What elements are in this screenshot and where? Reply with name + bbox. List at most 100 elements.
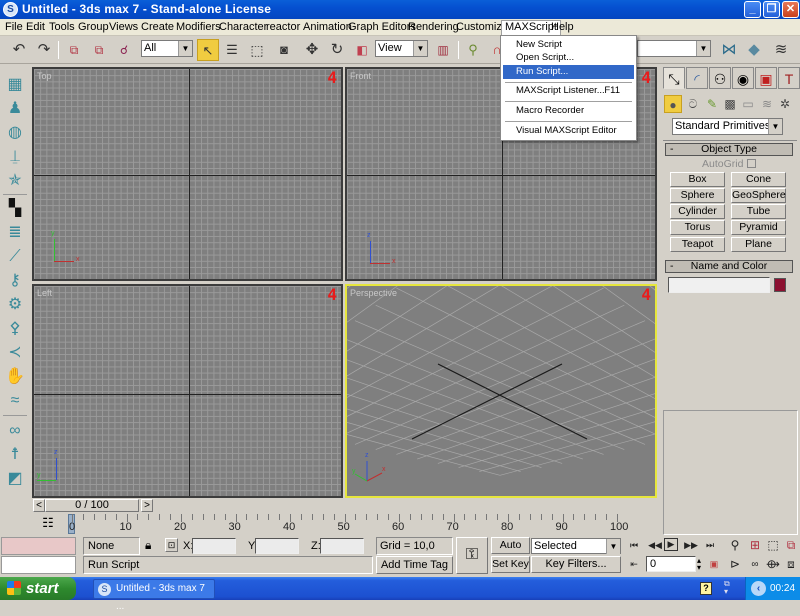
network-tray-icon[interactable]: ⧉ ▾ (724, 580, 730, 596)
tube-button[interactable]: Tube (731, 204, 786, 219)
gear-icon[interactable]: ⚙ (5, 295, 25, 315)
key-mode-dropdown[interactable]: Selected ▼ (531, 538, 621, 554)
track-bar[interactable]: 10 20 30 40 50 60 70 80 90 100 0 (69, 513, 628, 535)
sphere-button[interactable]: Sphere (670, 188, 725, 203)
modify-tab-icon[interactable]: ◜ (686, 67, 708, 89)
bucket-icon[interactable]: ◩ (5, 469, 25, 489)
unlink-icon[interactable]: ⧉ (88, 39, 110, 61)
menu-item-maxscript-listener[interactable]: MAXScript Listener... F11 (503, 84, 634, 98)
manipulate-icon[interactable]: ⚲ (462, 39, 484, 61)
help-tray-icon[interactable]: ? (700, 582, 712, 595)
play-icon[interactable]: ▶ (664, 538, 678, 551)
biped-icon[interactable]: ☨ (5, 445, 25, 465)
menu-edit[interactable]: Edit (23, 21, 48, 33)
app-icon[interactable]: S (3, 2, 18, 17)
z-coordinate-input[interactable] (320, 538, 364, 554)
named-selection-dropdown[interactable]: ▼ (637, 40, 711, 57)
display-tab-icon[interactable]: ▣ (755, 67, 777, 89)
object-name-input[interactable] (668, 277, 770, 293)
set-key-big-button[interactable]: ⚿ (456, 537, 488, 574)
menu-tools[interactable]: Tools (46, 21, 78, 33)
go-to-start-icon[interactable]: ⏮ (625, 538, 643, 553)
create-geometry-icon[interactable]: ▦ (5, 75, 25, 95)
space-warps-icon[interactable]: ≋ (758, 95, 776, 113)
menu-item-macro-recorder[interactable]: Macro Recorder (503, 104, 634, 118)
systems-icon[interactable]: ✲ (776, 95, 794, 113)
menu-help[interactable]: Help (548, 21, 577, 33)
wrench-icon[interactable]: ⚷ (5, 271, 25, 291)
align-icon[interactable]: ◆ (743, 39, 765, 61)
selection-filter-dropdown[interactable]: All ▼ (141, 40, 193, 57)
cylinder-button[interactable]: Cylinder (670, 204, 725, 219)
helpers-icon[interactable]: ▭ (739, 95, 757, 113)
move-icon[interactable]: ✥ (301, 39, 323, 61)
figure-icon[interactable]: ✯ (5, 171, 25, 191)
minimize-button[interactable]: _ (744, 1, 761, 18)
plane-button[interactable]: Plane (731, 237, 786, 252)
object-category-dropdown[interactable]: Standard Primitives ▼ (672, 118, 783, 135)
hierarchy-tab-icon[interactable]: ⚇ (709, 67, 731, 89)
time-slider-thumb[interactable]: 0 / 100 (45, 499, 139, 512)
utilities-tab-icon[interactable]: T (778, 67, 800, 89)
menu-item-run-script[interactable]: Run Script... (503, 65, 634, 79)
hand-icon[interactable]: ✋ (5, 367, 25, 387)
menu-item-open-script[interactable]: Open Script... (503, 51, 634, 65)
zoom-extents-all-icon[interactable]: ⧉ (782, 538, 800, 553)
spring-icon[interactable]: ≣ (5, 223, 25, 243)
key-filters-button[interactable]: Key Filters... (531, 556, 621, 573)
maxscript-mini-listener-pink[interactable] (1, 537, 76, 555)
viewport-label[interactable]: Left (37, 288, 52, 298)
time-slider-track[interactable] (155, 499, 660, 512)
object-color-swatch[interactable] (774, 278, 786, 292)
motion-tab-icon[interactable]: ◉ (732, 67, 754, 89)
key-mode-toggle-icon[interactable]: ⇤ (625, 557, 643, 572)
time-slider-next-button[interactable]: > (141, 499, 153, 512)
window-crossing-icon[interactable]: ◙ (273, 39, 295, 61)
show-hidden-icons-button[interactable]: ‹ (751, 581, 766, 596)
sphere-ball-icon[interactable]: ◍ (5, 123, 25, 143)
frame-spinner[interactable]: ▴ ▾ (697, 557, 701, 572)
pivot-center-icon[interactable]: ▥ (432, 39, 454, 61)
cameras-icon[interactable]: ▩ (721, 95, 739, 113)
next-frame-icon[interactable]: ▶▶ (682, 538, 700, 553)
menu-reactor[interactable]: reactor (263, 21, 303, 33)
rollout-name-and-color[interactable]: - Name and Color (665, 260, 793, 273)
restore-button[interactable]: ❐ (763, 1, 780, 18)
geosphere-button[interactable]: GeoSphere (731, 188, 786, 203)
autogrid-checkbox[interactable] (747, 159, 756, 168)
time-slider-prev-button[interactable]: < (33, 499, 45, 512)
viewport-label[interactable]: Front (350, 71, 371, 81)
field-of-view-icon[interactable]: ⊳ (726, 557, 744, 572)
checker-icon[interactable]: ▚ (5, 199, 25, 219)
mirror-icon[interactable]: ⋈ (718, 39, 740, 61)
go-to-end-icon[interactable]: ⏭ (701, 538, 719, 553)
zoom-icon[interactable]: ⚲ (726, 538, 744, 553)
x-coordinate-input[interactable] (192, 538, 236, 554)
box-button[interactable]: Box (670, 172, 725, 187)
lights-icon[interactable]: ✎ (703, 95, 721, 113)
start-button[interactable]: w start (0, 577, 76, 600)
bind-space-warp-icon[interactable]: ☌ (113, 39, 135, 61)
rotate-icon[interactable]: ↻ (326, 39, 348, 61)
cone-button[interactable]: Cone (731, 172, 786, 187)
layer-manager-icon[interactable]: ≋ (770, 39, 792, 61)
create-tab-icon[interactable]: ⤡ (663, 67, 685, 89)
teapot-button[interactable]: Teapot (670, 237, 725, 252)
taskbar-item-3ds-max[interactable]: S Untitled - 3ds max 7 ... (93, 579, 215, 612)
curve-editor-mini-icon[interactable]: ☷ (38, 515, 58, 531)
lock-selection-icon[interactable]: 🔒︎ (145, 538, 151, 553)
select-object-icon[interactable]: ↖ (197, 39, 219, 61)
time-configuration-icon[interactable]: ▣ (705, 557, 723, 572)
geometry-icon[interactable]: ● (664, 95, 682, 113)
menu-create[interactable]: Create (138, 21, 177, 33)
zoom-all-icon[interactable]: ⊞ (746, 538, 764, 553)
torus-button[interactable]: Torus (670, 220, 725, 235)
y-coordinate-input[interactable] (255, 538, 299, 554)
rollout-object-type[interactable]: - Object Type (665, 143, 793, 156)
absolute-relative-toggle-icon[interactable]: ⊡ (165, 538, 178, 552)
pyramid-button[interactable]: Pyramid (731, 220, 786, 235)
close-button[interactable]: ✕ (782, 1, 799, 18)
tube-icon[interactable]: ⟋ (5, 247, 25, 267)
menu-views[interactable]: Views (106, 21, 141, 33)
set-key-button[interactable]: Set Key (491, 556, 530, 573)
